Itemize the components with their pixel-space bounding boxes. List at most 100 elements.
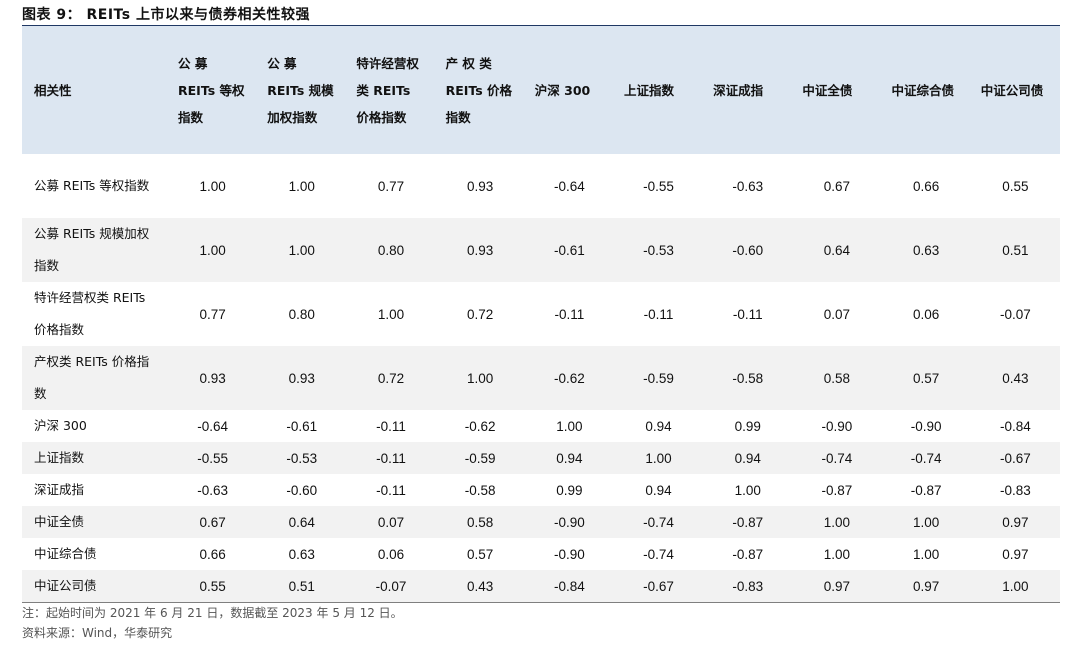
column-header: 特许经营权 类 REITs 价格指数 [346, 26, 436, 154]
table-cell: 0.72 [346, 346, 436, 410]
table-cell: -0.62 [524, 346, 614, 410]
table-cell: 0.07 [346, 506, 436, 538]
table-cell: -0.67 [970, 442, 1060, 474]
column-header: 上证指数 [613, 26, 704, 154]
table-cell: 0.77 [199, 306, 226, 322]
table-cell: -0.63 [197, 482, 228, 498]
table-cell: -0.53 [613, 218, 704, 282]
table-cell: 0.99 [556, 482, 583, 498]
table-cell: 0.94 [645, 418, 672, 434]
table-cell: -0.87 [821, 482, 853, 498]
column-header: 中证综合债 [881, 26, 971, 154]
source-note: 资料来源：Wind，华泰研究 [22, 626, 173, 640]
correlation-table: 相关性 公 募 REITs 等权指数 公 募 REITs 规模加权指数 特许经营… [22, 26, 1060, 603]
row-label: 中证综合债 [34, 546, 97, 561]
header-row: 相关性 公 募 REITs 等权指数 公 募 REITs 规模加权指数 特许经营… [22, 26, 1060, 154]
table-cell: 0.97 [1002, 546, 1029, 562]
table-cell: 0.99 [734, 418, 761, 434]
table-cell: -0.11 [376, 418, 406, 434]
table-cell: -0.58 [703, 346, 793, 410]
table-row: 沪深 300 -0.64 -0.61 -0.11 -0.62 1.00 0.94… [22, 410, 1060, 442]
table-cell: 0.63 [881, 218, 971, 282]
table-cell: 1.00 [288, 178, 315, 194]
table-cell: 0.57 [881, 346, 971, 410]
table-cell: -0.60 [703, 218, 793, 282]
table-cell: 0.43 [435, 570, 525, 603]
table-cell: 0.93 [168, 346, 258, 410]
table-row: 公募 REITs 规模加权指数 1.00 1.00 0.80 0.93 -0.6… [22, 218, 1060, 282]
row-label: 深证成指 [34, 482, 85, 497]
table-cell: -0.07 [346, 570, 436, 603]
table-row: 公募 REITs 等权指数 1.00 1.00 0.77 0.93 -0.64 … [22, 154, 1060, 218]
table-cell: 0.55 [168, 570, 258, 603]
table-cell: -0.55 [643, 178, 674, 194]
table-cell: -0.07 [999, 306, 1031, 322]
corner-header: 相关性 [22, 26, 169, 154]
table-cell: 0.97 [970, 506, 1060, 538]
table-cell: 0.51 [970, 218, 1060, 282]
table-cell: 1.00 [199, 178, 226, 194]
table-cell: -0.74 [881, 442, 971, 474]
row-label: 中证公司债 [22, 570, 169, 603]
table-cell: 0.06 [912, 306, 940, 322]
row-label: 上证指数 [22, 442, 169, 474]
table-cell: -0.11 [732, 306, 763, 322]
row-label: 中证全债 [22, 506, 169, 538]
column-header: 沪深 300 [524, 26, 614, 154]
column-header: 中证公司债 [970, 26, 1060, 154]
table-cell: 0.94 [524, 442, 614, 474]
table-cell: 1.00 [823, 546, 851, 562]
table-cell: -0.11 [643, 306, 674, 322]
table-cell: -0.87 [732, 546, 764, 562]
column-header: 公 募 REITs 规模加权指数 [257, 26, 347, 154]
table-cell: 1.00 [970, 570, 1060, 603]
table-cell: 0.06 [377, 546, 405, 562]
table-cell: 0.58 [792, 346, 882, 410]
table-cell: 0.51 [257, 570, 347, 603]
table-cell: 0.67 [168, 506, 258, 538]
table-row: 深证成指 -0.63 -0.60 -0.11 -0.58 0.99 0.94 1… [22, 474, 1060, 506]
figure-title: 图表 9： REITs 上市以来与债券相关性较强 [22, 7, 310, 23]
table-cell: -0.74 [643, 546, 674, 562]
table-cell: 0.77 [377, 178, 405, 194]
table-cell: 1.00 [556, 418, 583, 434]
table-cell: 0.97 [792, 570, 882, 603]
table-cell: 0.66 [199, 546, 226, 562]
table-cell: 0.80 [346, 218, 436, 282]
table-cell: -0.87 [910, 482, 942, 498]
table-cell: -0.84 [999, 418, 1031, 434]
table-cell: -0.90 [910, 418, 942, 434]
table-cell: -0.64 [553, 178, 585, 194]
table-cell: 0.94 [645, 482, 672, 498]
table-cell: 0.66 [912, 178, 940, 194]
table-row: 上证指数 -0.55 -0.53 -0.11 -0.59 0.94 1.00 0… [22, 442, 1060, 474]
row-label: 公募 REITs 等权指数 [34, 178, 150, 193]
table-row: 中证综合债 0.66 0.63 0.06 0.57 -0.90 -0.74 -0… [22, 538, 1060, 570]
table-row: 中证公司债 0.55 0.51 -0.07 0.43 -0.84 -0.67 -… [22, 570, 1060, 603]
table-cell: 0.07 [823, 306, 851, 322]
column-header: 深证成指 [703, 26, 793, 154]
table-cell: -0.83 [703, 570, 793, 603]
table-cell: -0.90 [553, 546, 585, 562]
table-cell: 0.64 [257, 506, 347, 538]
table-row: 产权类 REITs 价格指数 0.93 0.93 0.72 1.00 -0.62… [22, 346, 1060, 410]
table-cell: -0.62 [464, 418, 496, 434]
row-label: 公募 REITs 规模加权指数 [22, 218, 169, 282]
table-cell: 0.55 [1002, 178, 1029, 194]
table-cell: 1.00 [377, 306, 405, 322]
table-cell: 0.97 [881, 570, 971, 603]
table-cell: -0.74 [613, 506, 704, 538]
table-cell: -0.11 [346, 442, 436, 474]
row-label: 特许经营权类 REITs 价格指数 [34, 290, 146, 337]
table-cell: -0.59 [613, 346, 704, 410]
row-label: 沪深 300 [34, 418, 87, 433]
table-cell: -0.74 [792, 442, 882, 474]
table-cell: 0.63 [288, 546, 315, 562]
table-row: 中证全债 0.67 0.64 0.07 0.58 -0.90 -0.74 -0.… [22, 506, 1060, 538]
table-cell: -0.63 [732, 178, 764, 194]
table-cell: -0.11 [554, 306, 585, 322]
table-cell: 0.58 [435, 506, 525, 538]
table-cell: -0.61 [286, 418, 318, 434]
table-cell: 0.64 [792, 218, 882, 282]
table-cell: 1.00 [734, 482, 761, 498]
